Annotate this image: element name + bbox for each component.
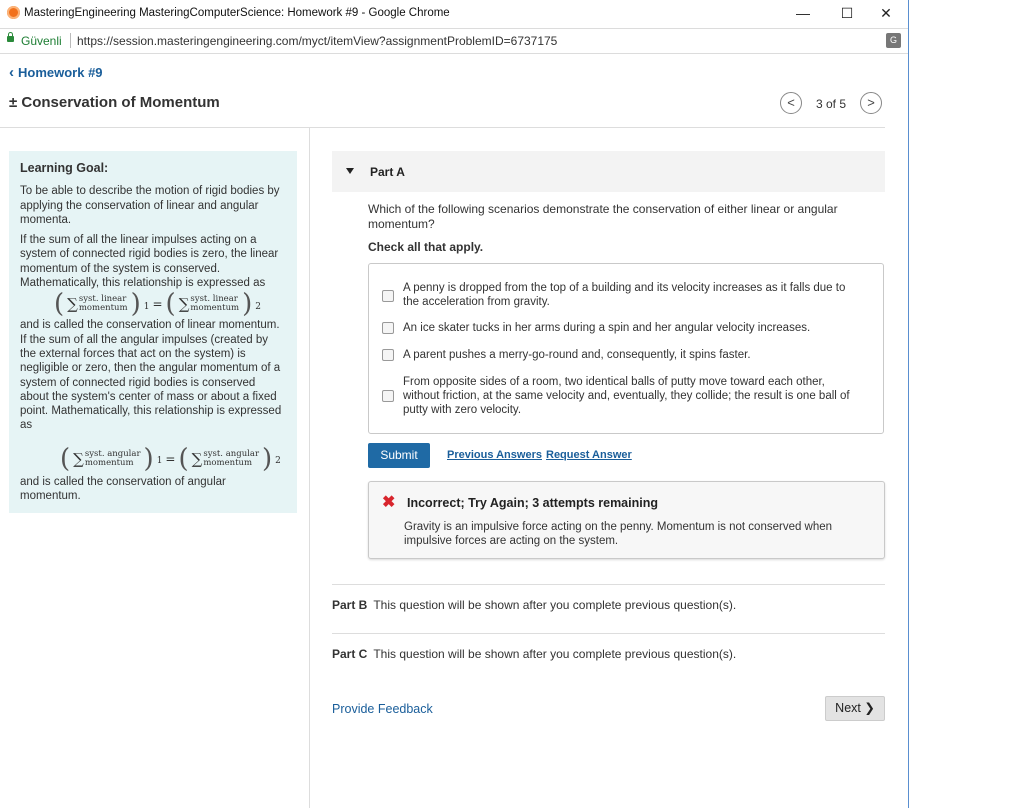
option-label: From opposite sides of a room, two ident… (403, 376, 850, 416)
lock-icon (7, 32, 14, 42)
feedback-text: Gravity is an impulsive force acting on … (404, 521, 833, 547)
angular-momentum-equation: (∑ syst. angular momentum) 1 = (∑ syst. angu… (60, 443, 281, 474)
option-checkbox[interactable] (382, 290, 394, 302)
instruction-text: Check all that apply. (368, 240, 484, 254)
breadcrumb-label: Homework #9 (18, 65, 103, 80)
feedback-box: ✖ Incorrect; Try Again; 3 attempts remai… (368, 481, 885, 559)
learning-goal-panel: Learning Goal: To be able to describe th… (9, 151, 297, 513)
secure-label: Güvenli (21, 34, 62, 48)
translate-icon[interactable]: G (886, 33, 901, 48)
linear-momentum-equation: (∑ syst. linear momentum) 1 = (∑ syst. linea… (54, 289, 261, 320)
goal-paragraph-4: and is called the conservation of angula… (20, 475, 226, 503)
options-box: A penny is dropped from the top of a bui… (368, 263, 884, 434)
goal-paragraph-2: If the sum of all the linear impulses ac… (20, 234, 279, 290)
option-checkbox[interactable] (382, 390, 394, 402)
caret-down-icon (346, 168, 354, 174)
option-label: A penny is dropped from the top of a bui… (403, 282, 846, 308)
prev-item-button[interactable]: < (780, 92, 802, 114)
option-checkbox[interactable] (382, 322, 394, 334)
address-bar[interactable]: Güvenli https://session.masteringenginee… (0, 28, 908, 54)
close-button[interactable]: ✕ (871, 3, 901, 23)
learning-goal-heading: Learning Goal: (20, 161, 109, 175)
address-separator (70, 33, 71, 48)
header-divider (0, 127, 885, 128)
next-item-button[interactable]: > (860, 92, 882, 114)
app-logo-icon (7, 6, 20, 19)
chevron-left-icon: ‹ (9, 64, 14, 81)
part-c-row: Part C This question will be shown after … (332, 647, 736, 661)
part-a-label: Part A (370, 165, 405, 179)
option-label: An ice skater tucks in her arms during a… (403, 322, 811, 334)
error-x-icon: ✖ (382, 494, 396, 511)
page-title: ± Conservation of Momentum (9, 94, 220, 111)
goal-paragraph-3: and is called the conservation of linear… (20, 319, 282, 432)
part-b-label: Part B (332, 598, 368, 612)
feedback-title: Incorrect; Try Again; 3 attempts remaini… (407, 496, 658, 510)
url-text[interactable]: https://session.masteringengineering.com… (77, 34, 557, 48)
request-answer-link[interactable]: Request Answer (546, 449, 632, 461)
window-title: MasteringEngineering MasteringComputerSc… (24, 7, 450, 19)
question-text: Which of the following scenarios demonst… (368, 202, 838, 231)
next-button[interactable]: Next ❯ (825, 696, 885, 721)
divider (332, 584, 885, 585)
browser-window: MasteringEngineering MasteringComputerSc… (0, 0, 909, 808)
previous-answers-link[interactable]: Previous Answers (447, 449, 542, 461)
part-b-row: Part B This question will be shown after … (332, 598, 736, 612)
maximize-button[interactable]: ☐ (832, 3, 862, 23)
part-c-text: This question will be shown after you co… (373, 647, 737, 661)
goal-paragraph-1: To be able to describe the motion of rig… (20, 185, 280, 226)
part-b-text: This question will be shown after you co… (373, 598, 737, 612)
page-counter: 3 of 5 (816, 97, 847, 111)
part-c-label: Part C (332, 647, 368, 661)
provide-feedback-link[interactable]: Provide Feedback (332, 702, 433, 716)
breadcrumb[interactable]: ‹ Homework #9 (9, 64, 103, 81)
option-label: A parent pushes a merry-go-round and, co… (403, 349, 751, 361)
part-a-header[interactable]: Part A (332, 151, 885, 192)
title-bar: MasteringEngineering MasteringComputerSc… (0, 0, 908, 27)
column-divider (309, 128, 310, 808)
divider (332, 633, 885, 634)
option-checkbox[interactable] (382, 349, 394, 361)
submit-button[interactable]: Submit (368, 443, 430, 468)
minimize-button[interactable]: — (788, 3, 818, 23)
